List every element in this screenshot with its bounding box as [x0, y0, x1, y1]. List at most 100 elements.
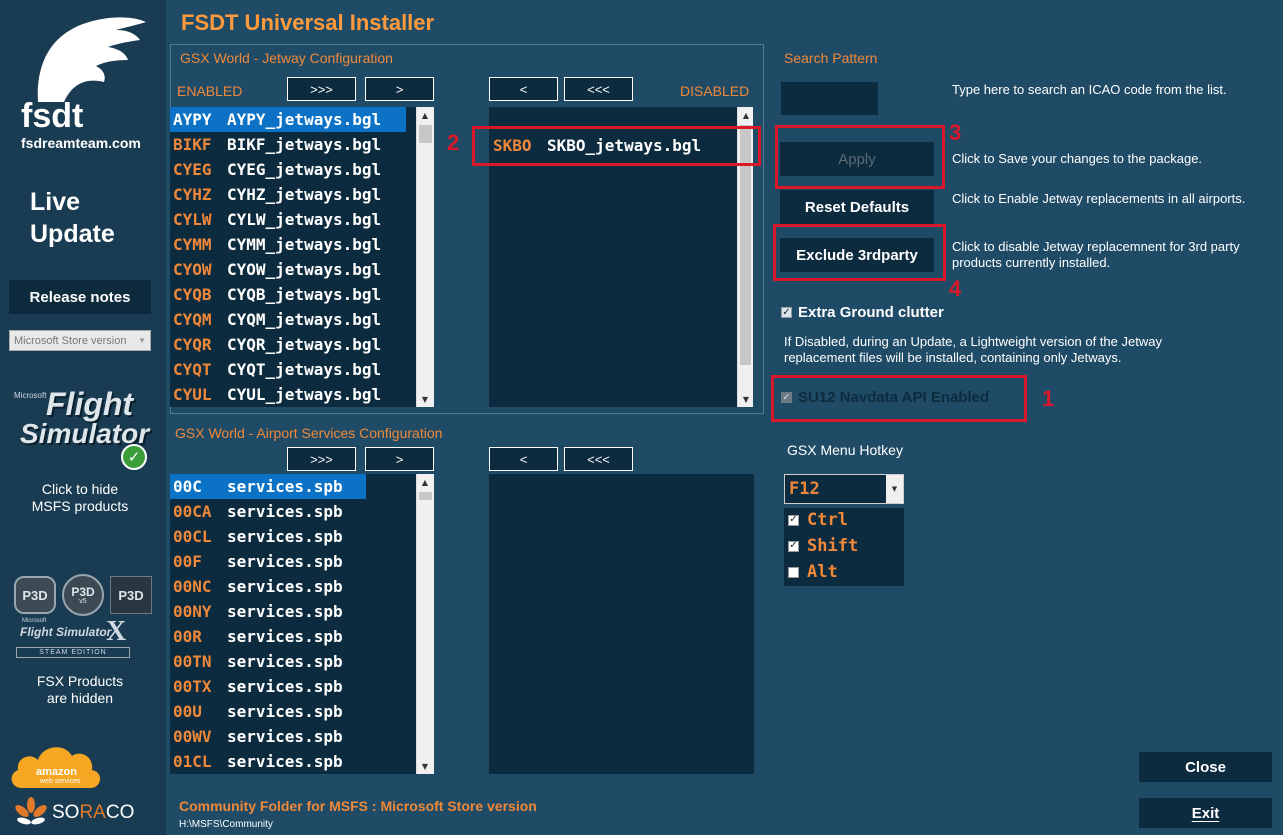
- list-item-code: 00TX: [173, 677, 212, 696]
- exclude-help: Click to disable Jetway replacemnent for…: [952, 239, 1240, 270]
- scroll-up-icon[interactable]: ▲: [417, 474, 433, 490]
- list-item[interactable]: 00CL services.spb: [170, 524, 366, 549]
- hotkey-select[interactable]: F12 ▼: [784, 474, 904, 504]
- list-item[interactable]: 00WV services.spb: [170, 724, 366, 749]
- list-item[interactable]: AYPY AYPY_jetways.bgl: [170, 107, 406, 132]
- p3d-badge-2-label: P3D: [71, 584, 95, 599]
- list-item[interactable]: 00TN services.spb: [170, 649, 366, 674]
- p3d-logos[interactable]: P3D P3D v5 P3D: [14, 574, 154, 616]
- soraco-post: CO: [105, 802, 135, 823]
- list-item-code: 00WV: [173, 727, 212, 746]
- list-item[interactable]: BIKF BIKF_jetways.bgl: [170, 132, 406, 157]
- list-item-code: BIKF: [173, 135, 212, 154]
- scroll-up-icon[interactable]: ▲: [738, 107, 754, 123]
- list-item[interactable]: 00TX services.spb: [170, 674, 366, 699]
- list-item[interactable]: CYOW CYOW_jetways.bgl: [170, 257, 406, 282]
- jetway-enabled-list[interactable]: AYPY AYPY_jetways.bgl BIKF BIKF_jetways.bgl…: [170, 107, 418, 407]
- jetway-enabled-scrollbar[interactable]: ▲ ▼: [416, 107, 434, 407]
- jetway-disabled-ghost: [489, 107, 737, 119]
- services-disabled-list[interactable]: [489, 474, 754, 774]
- services-enable-all-button[interactable]: >>>: [287, 447, 356, 471]
- p3d-badge-3-label: P3D: [118, 587, 144, 603]
- p3d-badge-3: P3D: [110, 576, 152, 614]
- list-item-file: services.spb: [227, 502, 343, 521]
- scroll-up-icon[interactable]: ▲: [417, 107, 433, 123]
- mod-shift-row[interactable]: ✓ Shift: [788, 536, 858, 556]
- fsx-logo-x: X: [106, 616, 127, 647]
- reset-defaults-button[interactable]: Reset Defaults: [780, 190, 934, 224]
- mod-ctrl-row[interactable]: ✓ Ctrl: [788, 510, 848, 530]
- services-disable-button[interactable]: <: [489, 447, 558, 471]
- modifier-box: ✓ Ctrl ✓ Shift Alt: [784, 508, 904, 586]
- exit-button[interactable]: Exit: [1139, 798, 1272, 828]
- list-item[interactable]: 00CA services.spb: [170, 499, 366, 524]
- services-disable-all-button[interactable]: <<<: [564, 447, 633, 471]
- list-item-code: CYLW: [173, 210, 212, 229]
- list-item[interactable]: 00U services.spb: [170, 699, 366, 724]
- list-item[interactable]: 00C services.spb: [170, 474, 366, 499]
- mod-alt-label: Alt: [807, 562, 838, 582]
- store-version-select[interactable]: Microsoft Store version ▼: [9, 330, 151, 351]
- msfs-logo[interactable]: Microsoft Flight Simulator ✓: [14, 384, 154, 474]
- list-item-code: 00NC: [173, 577, 212, 596]
- mod-shift-label: Shift: [807, 536, 859, 556]
- list-item[interactable]: CYQM CYQM_jetways.bgl: [170, 307, 406, 332]
- msfs-logo-small: Microsoft: [14, 391, 47, 400]
- list-item[interactable]: CYEG CYEG_jetways.bgl: [170, 157, 406, 182]
- jetway-enabled-rows: AYPY AYPY_jetways.bgl BIKF BIKF_jetways.bgl…: [170, 107, 406, 407]
- list-item[interactable]: CYUL CYUL_jetways.bgl: [170, 382, 406, 407]
- services-enable-button[interactable]: >: [365, 447, 434, 471]
- list-item[interactable]: CYLW CYLW_jetways.bgl: [170, 207, 406, 232]
- scroll-thumb[interactable]: [419, 492, 432, 500]
- scroll-thumb[interactable]: [419, 125, 432, 143]
- jetway-enable-all-button[interactable]: >>>: [287, 77, 356, 101]
- list-item-code: 00NY: [173, 602, 212, 621]
- exit-label: Exit: [1191, 804, 1220, 822]
- list-item[interactable]: 00NC services.spb: [170, 574, 366, 599]
- annotation-box-1: [771, 375, 1027, 422]
- scroll-down-icon[interactable]: ▼: [417, 758, 433, 774]
- search-input[interactable]: [781, 82, 878, 115]
- jetway-disable-all-button[interactable]: <<<: [564, 77, 633, 101]
- list-item-code: 00C: [173, 477, 202, 496]
- jetway-enable-button[interactable]: >: [365, 77, 434, 101]
- ground-clutter-checkbox[interactable]: ✓: [781, 307, 792, 318]
- services-enabled-scrollbar[interactable]: ▲ ▼: [416, 474, 434, 774]
- scroll-down-icon[interactable]: ▼: [738, 391, 754, 407]
- services-enabled-rows: 00C services.spb 00CA services.spb 00CL servi…: [170, 474, 366, 774]
- community-path: H:\MSFS\Community: [179, 819, 273, 830]
- list-item-file: services.spb: [227, 702, 343, 721]
- mod-alt-checkbox[interactable]: [788, 566, 799, 578]
- jetway-section-title: GSX World - Jetway Configuration: [180, 50, 393, 66]
- chevron-down-icon[interactable]: ▼: [886, 475, 903, 503]
- jetway-disable-button[interactable]: <: [489, 77, 558, 101]
- msfs-caption-1: Click to hide: [41, 481, 119, 497]
- mod-alt-row[interactable]: Alt: [788, 562, 838, 582]
- list-item[interactable]: 00NY services.spb: [170, 599, 366, 624]
- list-item-file: AYPY_jetways.bgl: [227, 110, 382, 129]
- fsx-logo-small: Microsoft: [22, 618, 47, 624]
- list-item[interactable]: CYHZ CYHZ_jetways.bgl: [170, 182, 406, 207]
- list-item-code: CYMM: [173, 235, 212, 254]
- list-item[interactable]: CYQR CYQR_jetways.bgl: [170, 332, 406, 357]
- list-item[interactable]: CYQT CYQT_jetways.bgl: [170, 357, 406, 382]
- store-version-value: Microsoft Store version: [14, 334, 127, 347]
- list-item[interactable]: 00F services.spb: [170, 549, 366, 574]
- list-item-code: AYPY: [173, 110, 212, 129]
- list-item[interactable]: CYMM CYMM_jetways.bgl: [170, 232, 406, 257]
- aws-sub: web services: [40, 778, 81, 785]
- list-item[interactable]: 00R services.spb: [170, 624, 366, 649]
- scroll-down-icon[interactable]: ▼: [417, 391, 433, 407]
- list-item[interactable]: 01CL services.spb: [170, 749, 366, 774]
- ground-clutter-help: If Disabled, during an Update, a Lightwe…: [784, 334, 1162, 365]
- list-item[interactable]: CYQB CYQB_jetways.bgl: [170, 282, 406, 307]
- fsx-logo[interactable]: Microsoft Flight Simulator X STEAM EDITI…: [14, 616, 132, 660]
- page-title: FSDT Universal Installer: [181, 10, 435, 35]
- mod-ctrl-checkbox[interactable]: ✓: [788, 514, 799, 526]
- ground-clutter-checkbox-row[interactable]: ✓ Extra Ground clutter: [781, 304, 944, 321]
- list-item-code: 00CL: [173, 527, 212, 546]
- release-notes-button[interactable]: Release notes: [9, 280, 151, 314]
- services-enabled-list[interactable]: 00C services.spb 00CA services.spb 00CL servi…: [170, 474, 418, 774]
- mod-shift-checkbox[interactable]: ✓: [788, 540, 799, 552]
- close-button[interactable]: Close: [1139, 752, 1272, 782]
